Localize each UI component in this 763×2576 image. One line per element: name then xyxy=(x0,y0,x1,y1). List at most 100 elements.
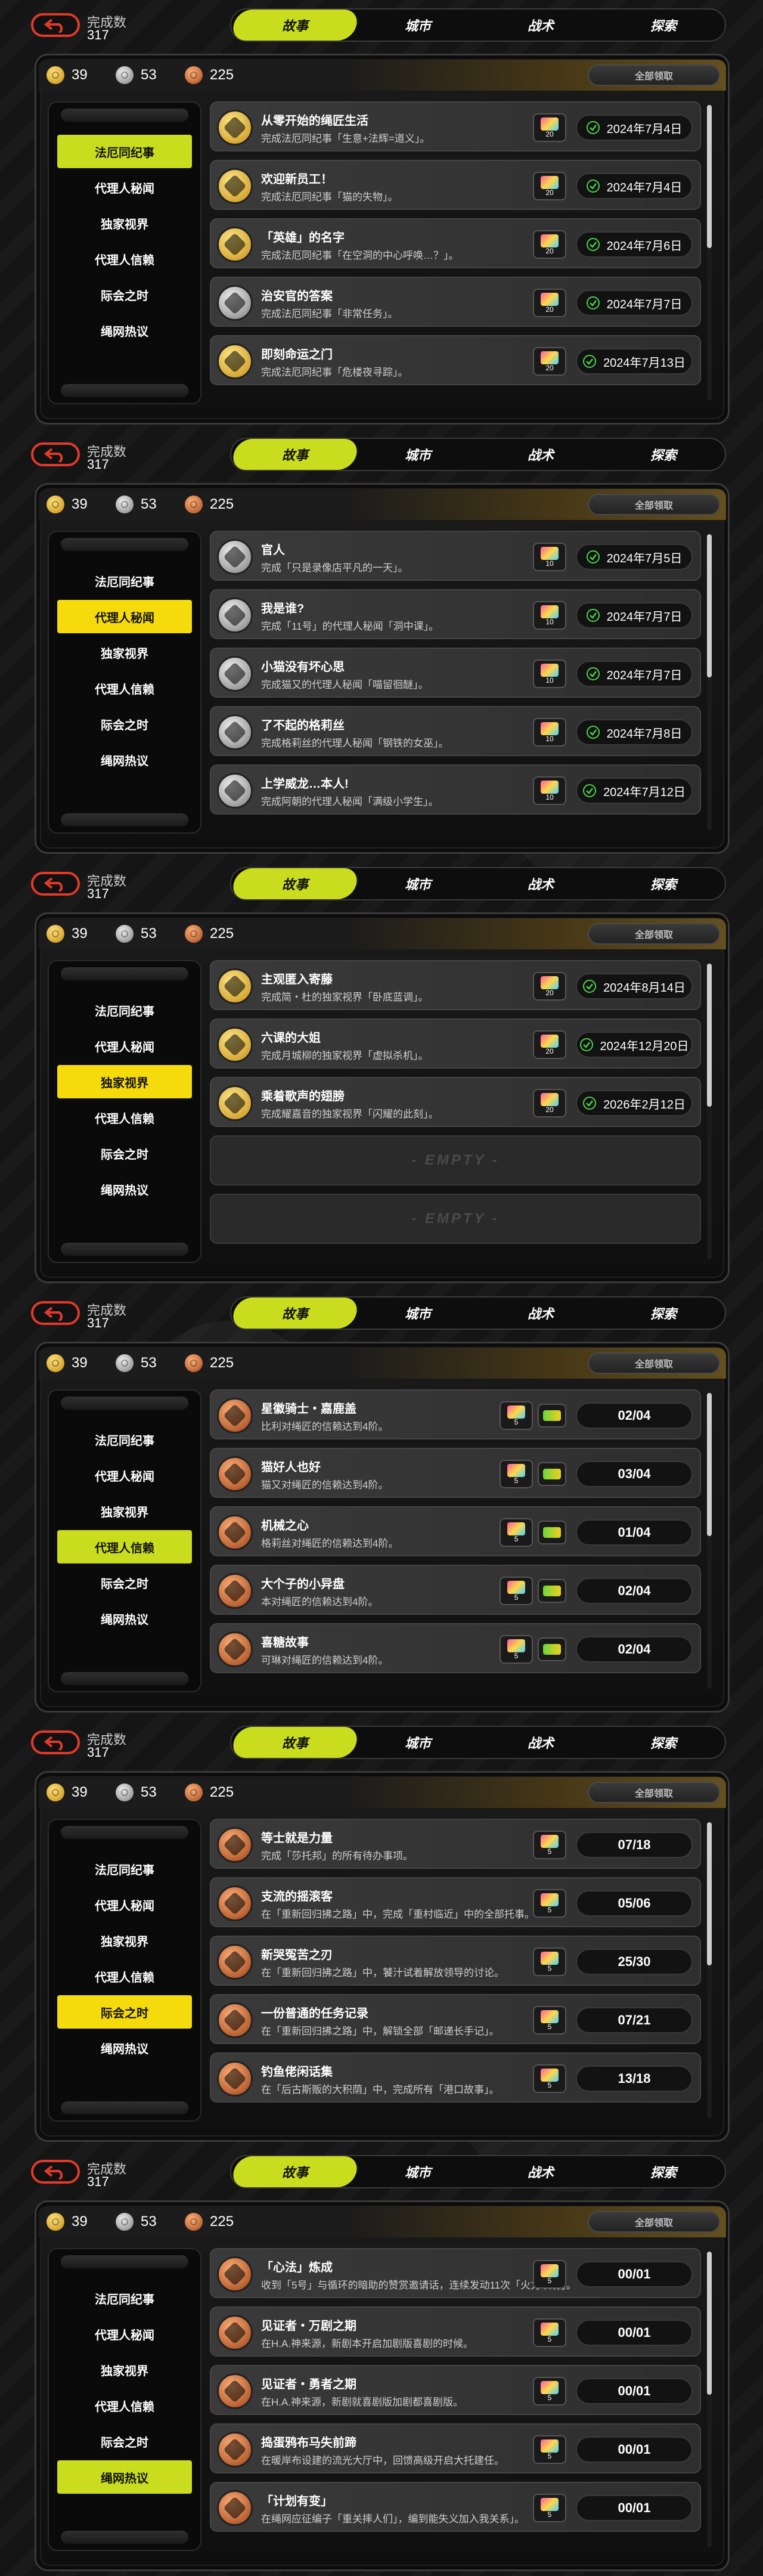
sidebar-item-5[interactable]: 绳网热议 xyxy=(57,314,192,347)
sidebar-item-1[interactable]: 代理人秘闻 xyxy=(57,1888,192,1921)
tab-1[interactable]: 城市 xyxy=(356,868,479,899)
sidebar-item-3[interactable]: 代理人信赖 xyxy=(57,1101,192,1134)
sidebar-item-4[interactable]: 际会之时 xyxy=(57,707,192,741)
sidebar-scroll-down[interactable] xyxy=(61,813,188,826)
achievement-row[interactable]: 小猫没有坏心思 完成猫又的代理人秘闻「喵留徊醚」。 10 2024年7月7日 xyxy=(210,648,701,698)
scrollbar-thumb[interactable] xyxy=(707,534,712,677)
sidebar-item-0[interactable]: 法厄同纪事 xyxy=(57,2281,192,2315)
sidebar-item-5[interactable]: 绳网热议 xyxy=(57,1602,192,1635)
list-scrollbar[interactable] xyxy=(707,534,712,830)
tab-0[interactable]: 故事 xyxy=(230,1727,360,1758)
achievement-row[interactable]: 大个子的小异盘 本对绳匠的信赖达到4阶。 5 02/04 xyxy=(210,1565,701,1615)
tab-1[interactable]: 城市 xyxy=(356,2156,479,2187)
sidebar-item-0[interactable]: 法厄同纪事 xyxy=(57,993,192,1027)
sidebar-item-5[interactable]: 绳网热议 xyxy=(57,743,192,776)
sidebar-scroll-up[interactable] xyxy=(61,1826,188,1839)
sidebar-item-2[interactable]: 独家视界 xyxy=(57,636,192,669)
sidebar-scroll-up[interactable] xyxy=(61,2255,188,2268)
sidebar-item-0[interactable]: 法厄同纪事 xyxy=(57,1852,192,1885)
sidebar-item-3[interactable]: 代理人信赖 xyxy=(57,1959,192,1993)
achievement-row[interactable]: 星徽骑士・嘉鹿盖 比利对绳匠的信赖达到4阶。 5 02/04 xyxy=(210,1389,701,1439)
sidebar-item-2[interactable]: 独家视界 xyxy=(57,2353,192,2386)
list-scrollbar[interactable] xyxy=(707,105,712,401)
achievement-row[interactable]: 乘着歌声的翅膀 完成耀嘉音的独家视界「闪耀的此刻」。 20 2026年2月12日 xyxy=(210,1077,701,1127)
sidebar-item-3[interactable]: 代理人信赖 xyxy=(57,2389,192,2422)
tab-3[interactable]: 探索 xyxy=(602,10,725,41)
tab-3[interactable]: 探索 xyxy=(602,439,725,470)
sidebar-item-1[interactable]: 代理人秘闻 xyxy=(57,171,192,204)
achievement-row[interactable]: 新哭冤苦之刃 在「重新回归拂之路」中，饕汁试着解放领导的讨论。 5 25/30 xyxy=(210,1936,701,1986)
sidebar-scroll-up[interactable] xyxy=(61,967,188,980)
tab-3[interactable]: 探索 xyxy=(602,1298,725,1329)
achievement-row[interactable]: 主观匿入寄藤 完成简・杜的独家视界「卧底蓝调」。 20 2024年8月14日 xyxy=(210,960,701,1010)
achievement-row[interactable]: 「心法」炼成 收到「5号」与循环的暗助的赞赏邀请话，连续发动11次「火力喷射」。 5… xyxy=(210,2248,701,2298)
scrollbar-thumb[interactable] xyxy=(707,1393,712,1536)
tab-3[interactable]: 探索 xyxy=(602,868,725,899)
achievement-row[interactable]: 喜糖故事 可琳对绳匠的信赖达到4阶。 5 02/04 xyxy=(210,1623,701,1673)
tab-2[interactable]: 战术 xyxy=(479,1727,602,1758)
sidebar-scroll-down[interactable] xyxy=(61,384,188,397)
achievement-row[interactable]: 六课的大姐 完成月城柳的独家视界「虚拟杀机」。 20 2024年12月20日 xyxy=(210,1018,701,1069)
sidebar-item-2[interactable]: 独家视界 xyxy=(57,1494,192,1528)
tab-0[interactable]: 故事 xyxy=(230,1298,360,1329)
sidebar-item-2[interactable]: 独家视界 xyxy=(57,1924,192,1957)
achievement-row[interactable]: 即刻命运之门 完成法厄同纪事「危楼夜寻踪」。 20 2024年7月13日 xyxy=(210,335,701,385)
sidebar-item-1[interactable]: 代理人秘闻 xyxy=(57,1029,192,1063)
sidebar-scroll-down[interactable] xyxy=(61,1243,188,1256)
claim-all-button[interactable]: 全部领取 xyxy=(588,1352,720,1374)
tab-1[interactable]: 城市 xyxy=(356,1298,479,1329)
achievement-row[interactable]: 从零开始的绳匠生活 完成法厄同纪事「生意+法辉=道义」。 20 2024年7月4日 xyxy=(210,101,701,151)
back-button[interactable] xyxy=(31,1730,80,1754)
achievement-row[interactable]: 见证者・勇者之期 在H.A.神来源，新剧就喜剧版加剧都喜剧版。 5 00/01 xyxy=(210,2365,701,2415)
claim-all-button[interactable]: 全部领取 xyxy=(588,1782,720,1803)
sidebar-item-5[interactable]: 绳网热议 xyxy=(57,2031,192,2064)
sidebar-item-1[interactable]: 代理人秘闻 xyxy=(57,1459,192,1492)
sidebar-item-5[interactable]: 绳网热议 xyxy=(57,1172,192,1206)
claim-all-button[interactable]: 全部领取 xyxy=(588,2211,720,2233)
sidebar-item-0[interactable]: 法厄同纪事 xyxy=(57,564,192,597)
scrollbar-thumb[interactable] xyxy=(707,1822,712,1965)
tab-1[interactable]: 城市 xyxy=(356,439,479,470)
achievement-row[interactable]: 「英雄」的名字 完成法厄同纪事「在空洞的中心呼唤…？」。 20 2024年7月6日 xyxy=(210,218,701,268)
tab-2[interactable]: 战术 xyxy=(479,1298,602,1329)
sidebar-item-0[interactable]: 法厄同纪事 xyxy=(57,1423,192,1456)
list-scrollbar[interactable] xyxy=(707,2252,712,2547)
sidebar-item-4[interactable]: 际会之时 xyxy=(57,1566,192,1599)
scrollbar-thumb[interactable] xyxy=(707,2252,712,2395)
claim-all-button[interactable]: 全部领取 xyxy=(588,494,720,515)
tab-0[interactable]: 故事 xyxy=(230,10,360,41)
sidebar-item-0[interactable]: 法厄同纪事 xyxy=(57,135,192,168)
achievement-row[interactable]: 官人 完成「只是录像店平凡的一天」。 10 2024年7月5日 xyxy=(210,531,701,581)
claim-all-button[interactable]: 全部领取 xyxy=(588,64,720,86)
tab-2[interactable]: 战术 xyxy=(479,868,602,899)
tab-0[interactable]: 故事 xyxy=(230,2156,360,2187)
back-button[interactable] xyxy=(31,13,80,37)
scrollbar-thumb[interactable] xyxy=(707,964,712,1107)
tab-3[interactable]: 探索 xyxy=(602,2156,725,2187)
back-button[interactable] xyxy=(31,2160,80,2184)
achievement-row[interactable]: 机械之心 格莉丝对绳匠的信赖达到4阶。 5 01/04 xyxy=(210,1506,701,1556)
tab-0[interactable]: 故事 xyxy=(230,868,360,899)
achievement-row[interactable]: 上学威龙…本人! 完成阿朝的代理人秘闻「满级小学生」。 10 2024年7月12日 xyxy=(210,764,701,815)
tab-0[interactable]: 故事 xyxy=(230,439,360,470)
sidebar-item-2[interactable]: 独家视界 xyxy=(57,206,192,240)
scrollbar-thumb[interactable] xyxy=(707,105,712,248)
sidebar-item-1[interactable]: 代理人秘闻 xyxy=(57,600,192,633)
sidebar-scroll-down[interactable] xyxy=(61,2101,188,2114)
back-button[interactable] xyxy=(31,442,80,466)
sidebar-scroll-up[interactable] xyxy=(61,109,188,122)
sidebar-item-5[interactable]: 绳网热议 xyxy=(57,2460,192,2494)
achievement-row[interactable]: 我是谁? 完成「11号」的代理人秘闻「洞中课」。 10 2024年7月7日 xyxy=(210,589,701,639)
list-scrollbar[interactable] xyxy=(707,1822,712,2118)
sidebar-scroll-up[interactable] xyxy=(61,538,188,551)
list-scrollbar[interactable] xyxy=(707,964,712,1259)
back-button[interactable] xyxy=(31,1301,80,1325)
tab-3[interactable]: 探索 xyxy=(602,1727,725,1758)
sidebar-item-3[interactable]: 代理人信赖 xyxy=(57,1530,192,1563)
achievement-row[interactable]: 见证者・万剧之期 在H.A.神来源，新剧本开启加剧版喜剧的时候。 5 00/01 xyxy=(210,2306,701,2357)
sidebar-item-4[interactable]: 际会之时 xyxy=(57,1995,192,2029)
tab-1[interactable]: 城市 xyxy=(356,10,479,41)
sidebar-item-2[interactable]: 独家视界 xyxy=(57,1065,192,1098)
tab-2[interactable]: 战术 xyxy=(479,439,602,470)
sidebar-scroll-up[interactable] xyxy=(61,1397,188,1410)
